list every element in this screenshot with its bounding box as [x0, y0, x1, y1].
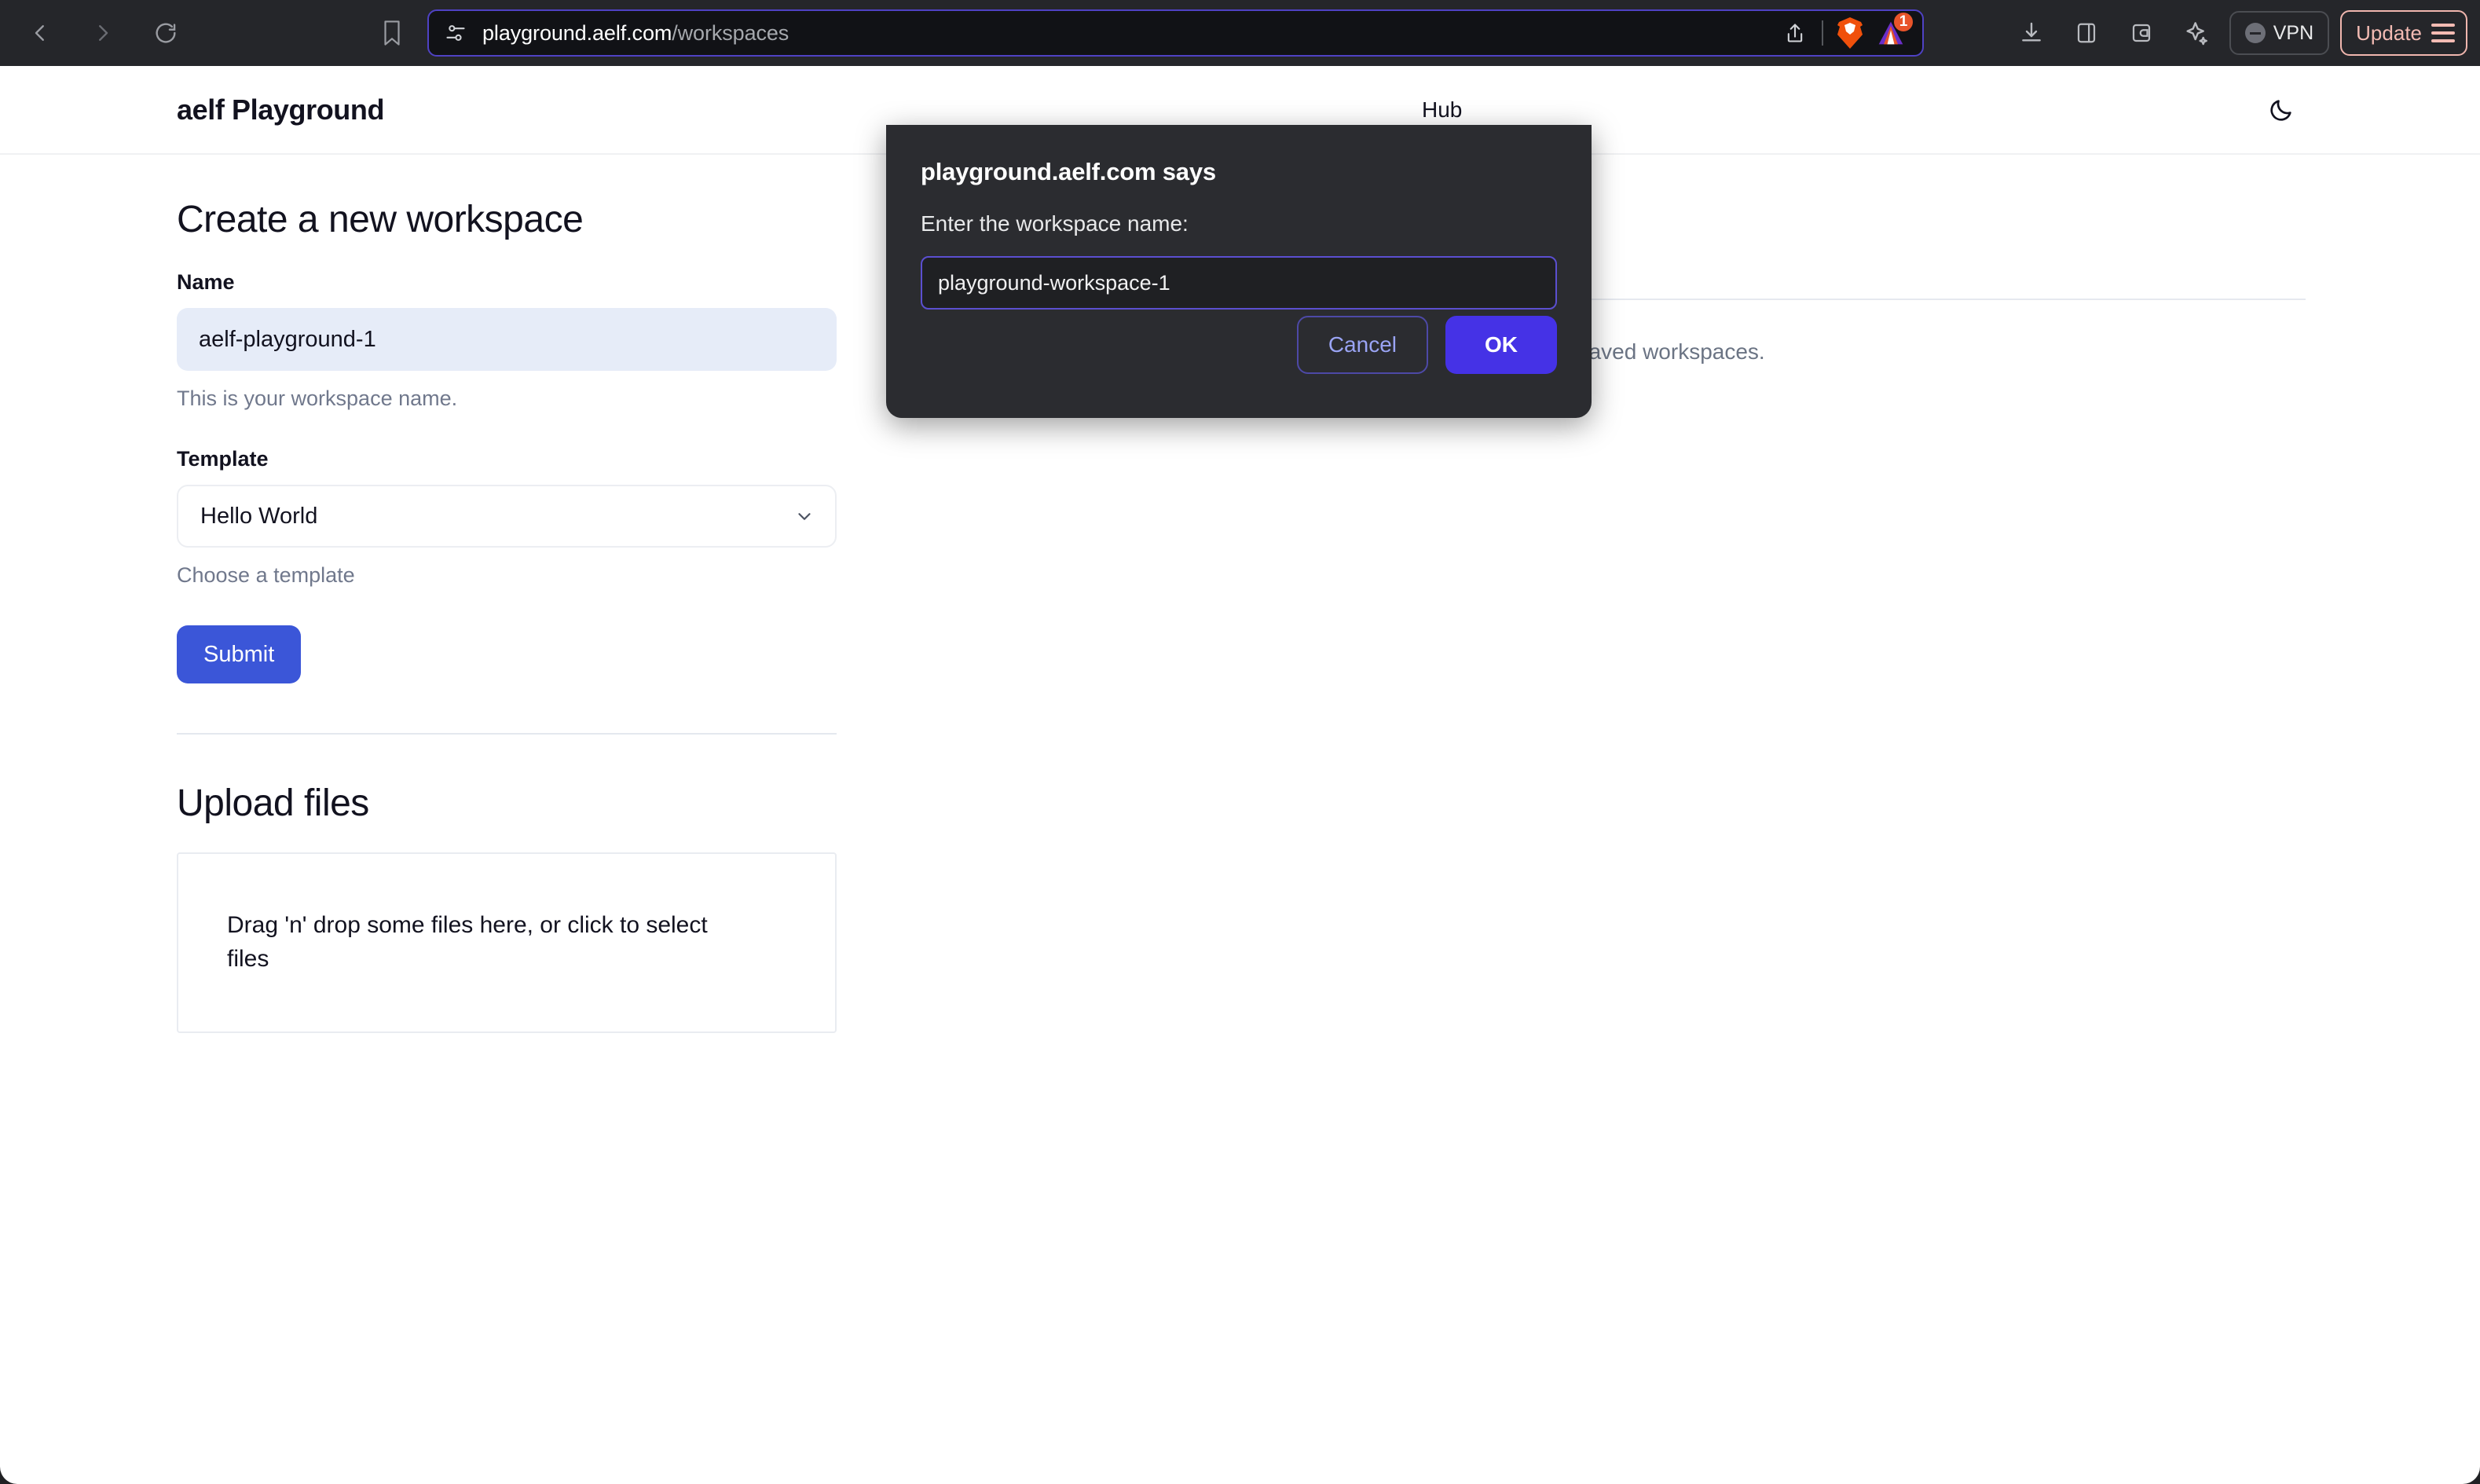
browser-toolbar-right: VPN Update	[2009, 0, 2467, 66]
page-title: Create a new workspace	[177, 199, 584, 240]
back-button[interactable]	[17, 10, 63, 56]
site-brand[interactable]: aelf Playground	[177, 93, 384, 126]
template-select-value: Hello World	[200, 503, 318, 529]
forward-button[interactable]	[80, 10, 126, 56]
ok-button[interactable]: OK	[1445, 316, 1557, 374]
workspace-name-input[interactable]: aelf-playground-1	[177, 308, 837, 371]
submit-button[interactable]: Submit	[177, 625, 302, 683]
site-permissions-icon[interactable]	[440, 17, 471, 49]
reload-button[interactable]	[143, 10, 189, 56]
name-field-label: Name	[177, 270, 235, 294]
dialog-message: Enter the workspace name:	[921, 211, 1189, 236]
dialog-prompt-input[interactable]: playground-workspace-1	[921, 256, 1557, 310]
cancel-button[interactable]: Cancel	[1296, 316, 1428, 374]
brave-shields-icon[interactable]	[1830, 13, 1870, 53]
page-viewport: aelf Playground Hub Create a new workspa…	[0, 66, 2480, 1484]
address-bar-url: playground.aelf.com/workspaces	[482, 21, 789, 46]
nav-item-hub[interactable]: Hub	[1422, 97, 1462, 123]
chevron-down-icon	[794, 506, 815, 526]
share-icon[interactable]	[1775, 13, 1815, 53]
wallet-icon[interactable]	[2119, 11, 2163, 55]
toolbar-divider	[1822, 20, 1823, 46]
url-path: /workspaces	[672, 20, 789, 45]
sidebar-icon[interactable]	[2064, 11, 2108, 55]
update-label: Update	[2356, 20, 2422, 45]
moon-icon[interactable]	[2259, 88, 2303, 132]
omnibox-actions: 1	[1775, 11, 1914, 53]
name-field-help: This is your workspace name.	[177, 387, 458, 410]
template-select[interactable]: Hello World	[177, 485, 837, 548]
extension-icon[interactable]: 1	[1870, 11, 1914, 53]
upload-title: Upload files	[177, 782, 369, 824]
javascript-prompt-dialog: playground.aelf.com says Enter the works…	[886, 125, 1592, 418]
upload-files-panel: Upload files Drag 'n' drop some files he…	[177, 782, 837, 1033]
browser-toolbar: playground.aelf.com/workspaces 1 VPN Upd…	[0, 0, 2480, 66]
browser-menu-icon[interactable]	[2431, 24, 2455, 42]
template-field-label: Template	[177, 447, 269, 471]
site-nav: Hub	[1422, 97, 1462, 123]
vpn-status-icon	[2244, 23, 2266, 43]
bookmark-button[interactable]	[369, 10, 415, 56]
vpn-label: VPN	[2273, 21, 2314, 44]
navigation-buttons	[17, 10, 189, 56]
dropzone-label: Drag 'n' drop some files here, or click …	[227, 912, 708, 972]
dialog-actions: Cancel OK	[1296, 316, 1557, 374]
leo-ai-icon[interactable]	[2174, 11, 2218, 55]
dialog-title: playground.aelf.com says	[921, 158, 1216, 185]
url-domain: playground.aelf.com	[482, 20, 672, 45]
file-dropzone[interactable]: Drag 'n' drop some files here, or click …	[177, 852, 837, 1033]
name-field-group: Name aelf-playground-1 This is your work…	[177, 270, 837, 411]
downloads-icon[interactable]	[2009, 11, 2053, 55]
template-field-help: Choose a template	[177, 563, 355, 587]
create-workspace-panel: Create a new workspace Name aelf-playgro…	[177, 198, 837, 1033]
address-bar[interactable]: playground.aelf.com/workspaces 1	[427, 9, 1924, 57]
extension-badge-count: 1	[1892, 11, 1914, 33]
vpn-button[interactable]: VPN	[2229, 11, 2330, 55]
template-field-group: Template Hello World Choose a template	[177, 447, 837, 588]
update-button[interactable]: Update	[2340, 10, 2467, 56]
